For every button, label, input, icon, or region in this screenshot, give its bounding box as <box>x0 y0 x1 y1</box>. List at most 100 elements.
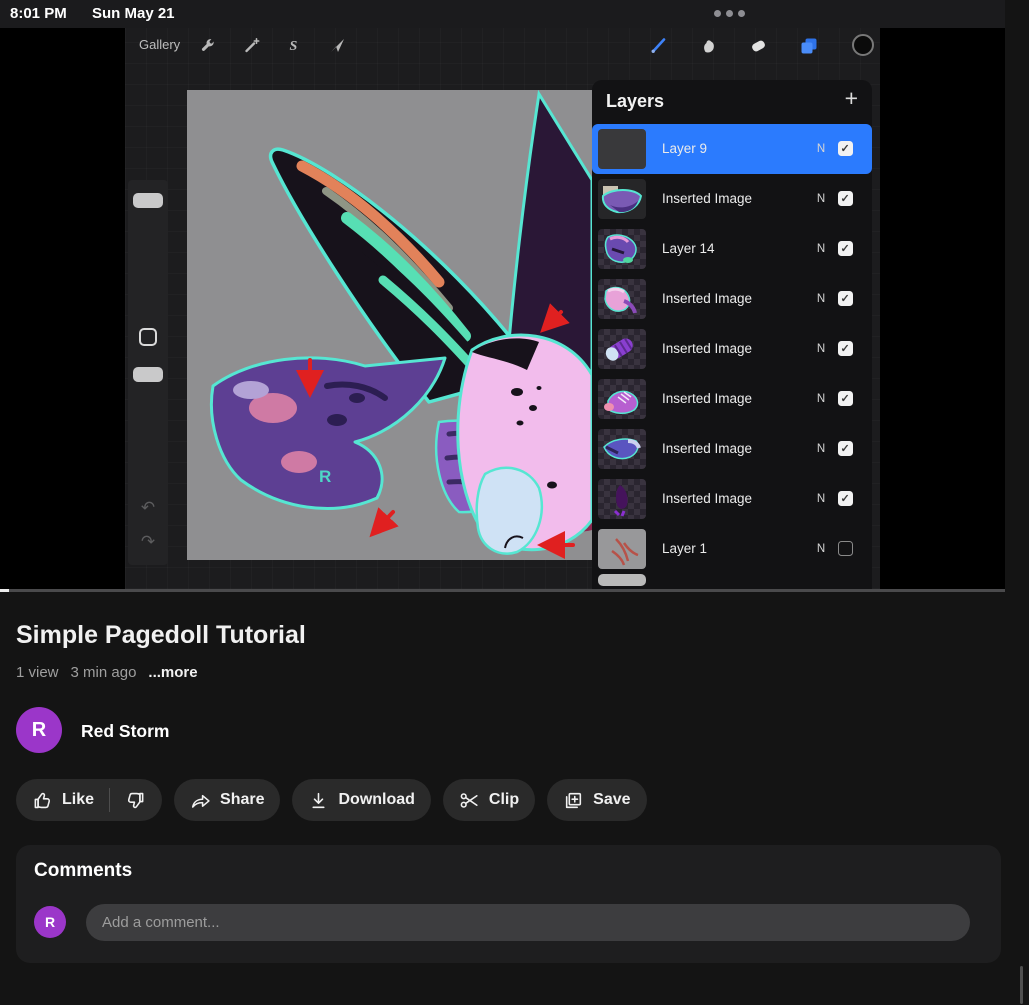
add-comment-input[interactable] <box>86 904 970 941</box>
blend-mode-button[interactable]: N <box>812 524 830 574</box>
svg-text:S: S <box>290 39 298 54</box>
drawing-canvas[interactable]: R <box>187 90 592 560</box>
layer-visibility-checkbox[interactable] <box>838 141 853 156</box>
youtube-video-page: 8:01 PM Sun May 21 Gallery S <box>0 0 1029 1005</box>
video-progress-bar[interactable] <box>0 589 1005 592</box>
layer-name: Layer 9 <box>662 124 707 174</box>
layer-row[interactable]: Inserted Image N <box>592 424 872 474</box>
selection-tool-icon[interactable]: S <box>285 36 303 54</box>
video-progress-played <box>0 589 9 592</box>
clip-label: Clip <box>489 791 519 809</box>
procreate-toolbar: Gallery S <box>125 28 880 62</box>
clock-time: 8:01 PM <box>10 5 67 22</box>
layer-row[interactable]: Layer 9 N <box>592 124 872 174</box>
layer-row[interactable]: Inserted Image N <box>592 174 872 224</box>
share-label: Share <box>220 791 264 809</box>
channel-name[interactable]: Red Storm <box>81 721 169 742</box>
like-button[interactable]: Like <box>32 790 94 811</box>
download-label: Download <box>338 791 414 809</box>
layer-thumbnail <box>598 229 646 269</box>
video-player[interactable]: Gallery S <box>0 28 1005 589</box>
redo-icon[interactable] <box>128 532 168 552</box>
view-count: 1 view <box>16 664 59 681</box>
gallery-button[interactable]: Gallery <box>139 37 180 52</box>
brush-opacity-slider[interactable] <box>133 367 163 382</box>
layer-visibility-checkbox[interactable] <box>838 391 853 406</box>
brush-size-slider[interactable] <box>133 193 163 208</box>
layer-name: Inserted Image <box>662 274 752 324</box>
blend-mode-button[interactable]: N <box>812 374 830 424</box>
expand-description-button[interactable]: ...more <box>148 664 197 681</box>
blend-mode-button[interactable]: N <box>812 224 830 274</box>
layer-visibility-checkbox[interactable] <box>838 341 853 356</box>
layer-thumbnail <box>598 329 646 369</box>
share-button[interactable]: Share <box>174 779 280 821</box>
layer-row[interactable]: Inserted Image N <box>592 274 872 324</box>
comments-title: Comments <box>34 860 132 882</box>
video-meta: 1 view 3 min ago ...more <box>16 664 198 681</box>
layer-visibility-checkbox[interactable] <box>838 491 853 506</box>
layer-row[interactable]: Inserted Image N <box>592 474 872 524</box>
more-options-icon[interactable] <box>714 10 745 17</box>
layer-name: Inserted Image <box>662 174 752 224</box>
layer-visibility-checkbox[interactable] <box>838 441 853 456</box>
undo-icon[interactable] <box>128 498 168 518</box>
action-bar: Like Share Download Clip Save <box>16 779 647 821</box>
layers-panel-icon[interactable] <box>799 36 817 54</box>
layer-thumbnail <box>598 479 646 519</box>
blend-mode-button[interactable]: N <box>812 424 830 474</box>
layer-visibility-checkbox[interactable] <box>838 191 853 206</box>
status-bar: 8:01 PM Sun May 21 <box>0 0 1005 28</box>
thumbs-up-icon <box>32 790 53 811</box>
download-button[interactable]: Download <box>292 779 430 821</box>
wrench-icon[interactable] <box>199 36 217 54</box>
scissors-icon <box>459 790 480 811</box>
layer-name: Inserted Image <box>662 424 752 474</box>
layer-name: Layer 1 <box>662 524 707 574</box>
save-label: Save <box>593 791 630 809</box>
eraser-tool-icon[interactable] <box>749 36 767 54</box>
comments-section[interactable]: Comments R <box>16 845 1001 963</box>
blend-mode-button[interactable]: N <box>812 474 830 524</box>
save-playlist-icon <box>563 790 584 811</box>
layer-thumbnail <box>598 529 646 569</box>
channel-avatar[interactable]: R <box>16 707 62 753</box>
layer-thumbnail <box>598 429 646 469</box>
blend-mode-button[interactable]: N <box>812 274 830 324</box>
layer-row[interactable]: Inserted Image N <box>592 324 872 374</box>
canvas-artwork: R <box>187 90 592 560</box>
layer-visibility-checkbox[interactable] <box>838 291 853 306</box>
layer-name: Inserted Image <box>662 474 752 524</box>
page-scrollbar[interactable] <box>1020 966 1023 1004</box>
layers-list: Layer 9 N Inserted Image N <box>592 124 872 574</box>
dislike-button[interactable] <box>125 790 146 811</box>
layer-row[interactable]: Inserted Image N <box>592 374 872 424</box>
upload-age: 3 min ago <box>71 664 137 681</box>
layers-panel: Layers + Layer 9 N Inserted Image <box>592 80 872 589</box>
color-swatch-icon[interactable] <box>852 34 874 56</box>
blend-mode-button[interactable]: N <box>812 124 830 174</box>
blend-mode-button[interactable]: N <box>812 324 830 374</box>
clip-button[interactable]: Clip <box>443 779 535 821</box>
transform-arrow-icon[interactable] <box>328 36 346 54</box>
layer-row[interactable]: Layer 14 N <box>592 224 872 274</box>
layer-thumbnail <box>598 279 646 319</box>
save-button[interactable]: Save <box>547 779 646 821</box>
thumbs-down-icon <box>125 790 146 811</box>
smudge-tool-icon[interactable] <box>699 36 717 54</box>
add-layer-button[interactable]: + <box>845 85 858 112</box>
layer-visibility-checkbox[interactable] <box>838 241 853 256</box>
modify-button[interactable] <box>139 328 157 346</box>
brush-tool-icon[interactable] <box>649 36 667 54</box>
blend-mode-button[interactable]: N <box>812 174 830 224</box>
adjustments-wand-icon[interactable] <box>243 36 261 54</box>
layer-row[interactable]: Layer 1 N <box>592 524 872 574</box>
like-label: Like <box>62 791 94 809</box>
canvas-annotation-letter: R <box>319 467 331 486</box>
procreate-app-frame: Gallery S <box>125 28 880 589</box>
layer-visibility-checkbox[interactable] <box>838 541 853 556</box>
pill-divider <box>109 788 110 812</box>
layers-panel-title: Layers <box>606 91 664 112</box>
layer-name: Inserted Image <box>662 324 752 374</box>
layer-name: Inserted Image <box>662 374 752 424</box>
